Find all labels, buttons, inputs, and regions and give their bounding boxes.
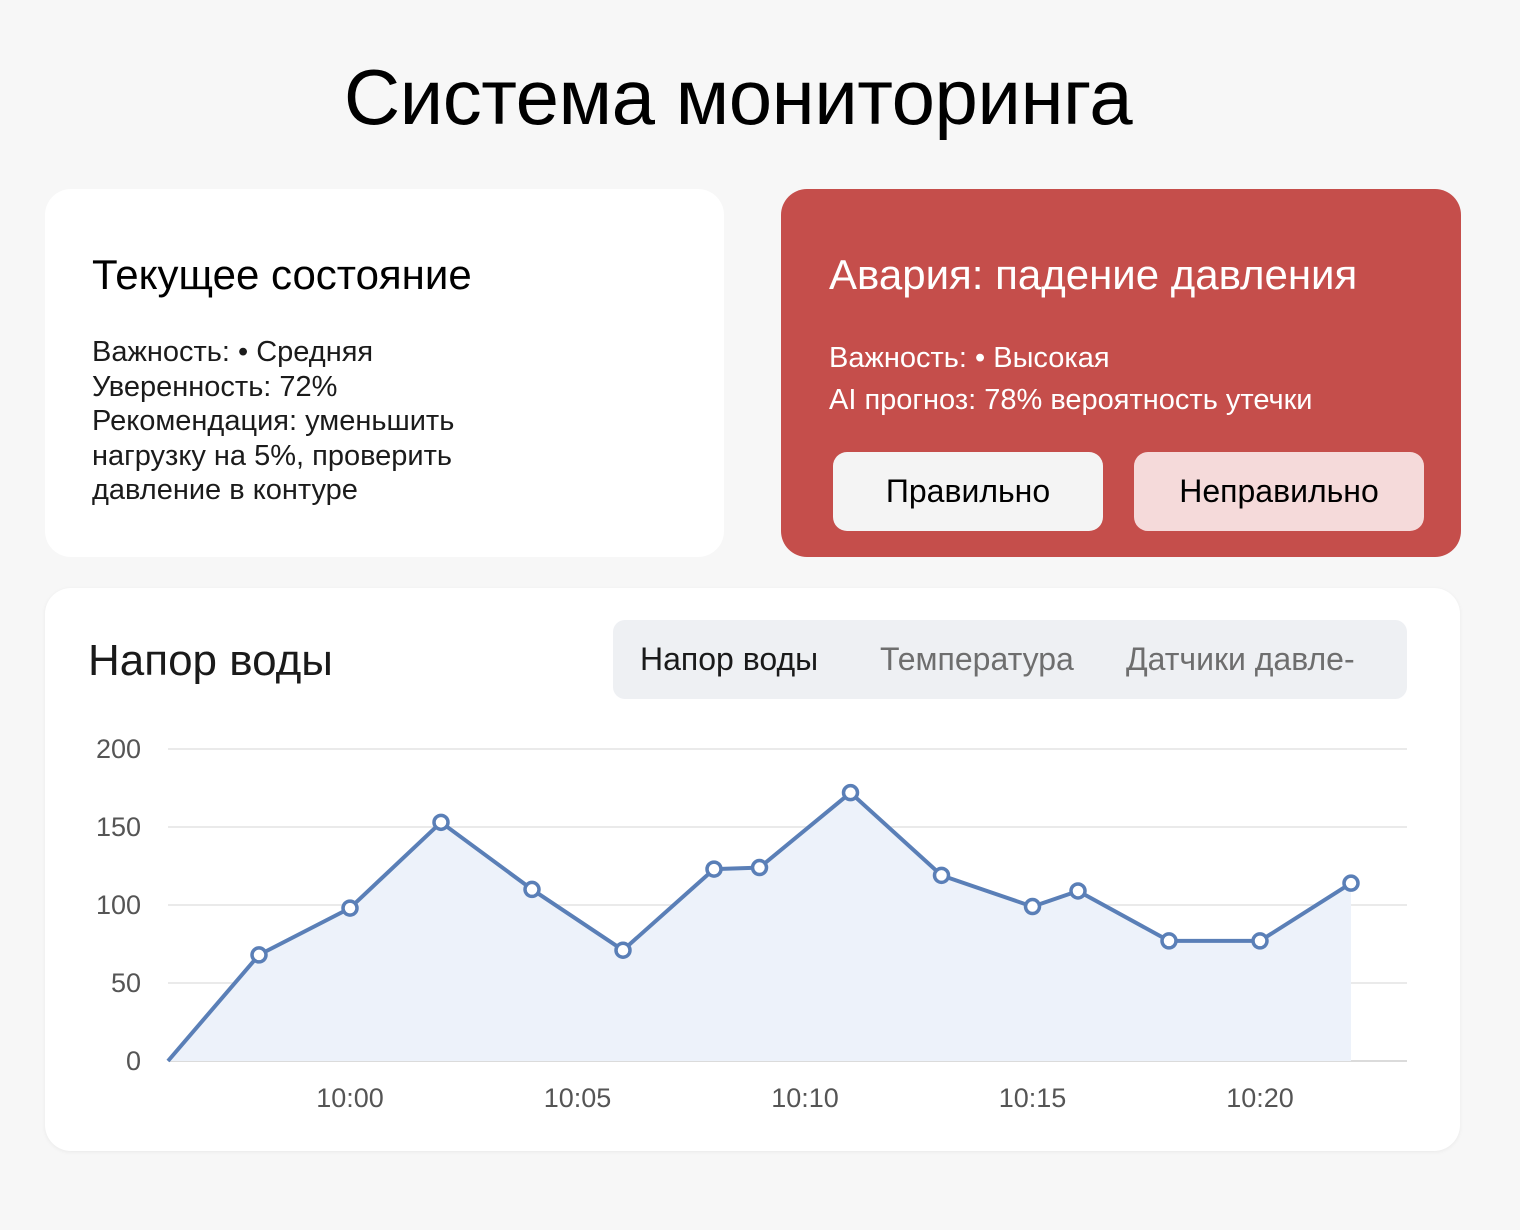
status-recommendation: Рекомендация: уменьшить нагрузку на 5%, … xyxy=(92,405,455,506)
data-point xyxy=(432,813,450,832)
x-tick-label: 10:10 xyxy=(771,1083,839,1113)
correct-button[interactable]: Правильно xyxy=(833,452,1103,531)
data-point xyxy=(523,880,541,899)
data-point xyxy=(750,858,769,877)
tab-pressure-sensors[interactable]: Датчики давле- xyxy=(1126,641,1355,678)
series-area xyxy=(168,792,1351,1061)
chart-title: Напор воды xyxy=(88,636,333,685)
page-title: Система мониторинга xyxy=(343,53,1133,141)
alarm-card: Авария: падение давления Важность: • Выс… xyxy=(781,189,1461,557)
tab-temperature[interactable]: Температура xyxy=(880,641,1074,678)
data-point xyxy=(1342,874,1360,892)
data-point xyxy=(1251,932,1269,950)
current-status-card: Текущее состояние Важность: • Средняя Ув… xyxy=(45,189,724,557)
alarm-card-title: Авария: падение давления xyxy=(829,251,1358,298)
status-details: Важность: • Средняя Уверенность: 72% Рек… xyxy=(92,335,532,508)
y-tick-label: 200 xyxy=(96,734,141,764)
status-card-title: Текущее состояние xyxy=(92,251,472,298)
x-tick-label: 10:05 xyxy=(544,1083,612,1113)
data-point xyxy=(1069,882,1087,900)
alarm-importance: Важность: • Высокая xyxy=(829,342,1110,374)
status-confidence: Уверенность: 72% xyxy=(92,370,338,403)
y-tick-label: 0 xyxy=(126,1046,141,1076)
data-point xyxy=(1023,897,1042,916)
y-tick-label: 50 xyxy=(111,968,141,998)
x-tick-label: 10:00 xyxy=(316,1083,384,1113)
data-point xyxy=(932,866,951,885)
status-importance: Важность: • Средняя xyxy=(92,336,374,368)
data-point xyxy=(841,783,860,802)
alarm-details: Важность: • Высокая AI прогноз: 78% веро… xyxy=(829,337,1312,421)
y-tick-label: 150 xyxy=(96,812,141,842)
alarm-forecast: AI прогноз: 78% вероятность утечки xyxy=(829,384,1313,416)
data-point xyxy=(1160,932,1178,950)
data-point xyxy=(341,899,359,917)
incorrect-button[interactable]: Неправильно xyxy=(1134,452,1424,531)
chart-card: 0 50 100 150 200 10:00 10:05 10:10 10:15 10:20 На… xyxy=(45,588,1460,1151)
data-point xyxy=(614,941,632,959)
tab-water-pressure[interactable]: Напор воды xyxy=(640,641,818,678)
y-tick-label: 100 xyxy=(96,890,141,920)
x-tick-label: 10:15 xyxy=(999,1083,1067,1113)
chart-tabs: Напор воды Температура Датчики давле- xyxy=(613,620,1407,699)
data-point xyxy=(250,946,268,964)
x-tick-label: 10:20 xyxy=(1226,1083,1294,1113)
data-point xyxy=(705,860,723,878)
